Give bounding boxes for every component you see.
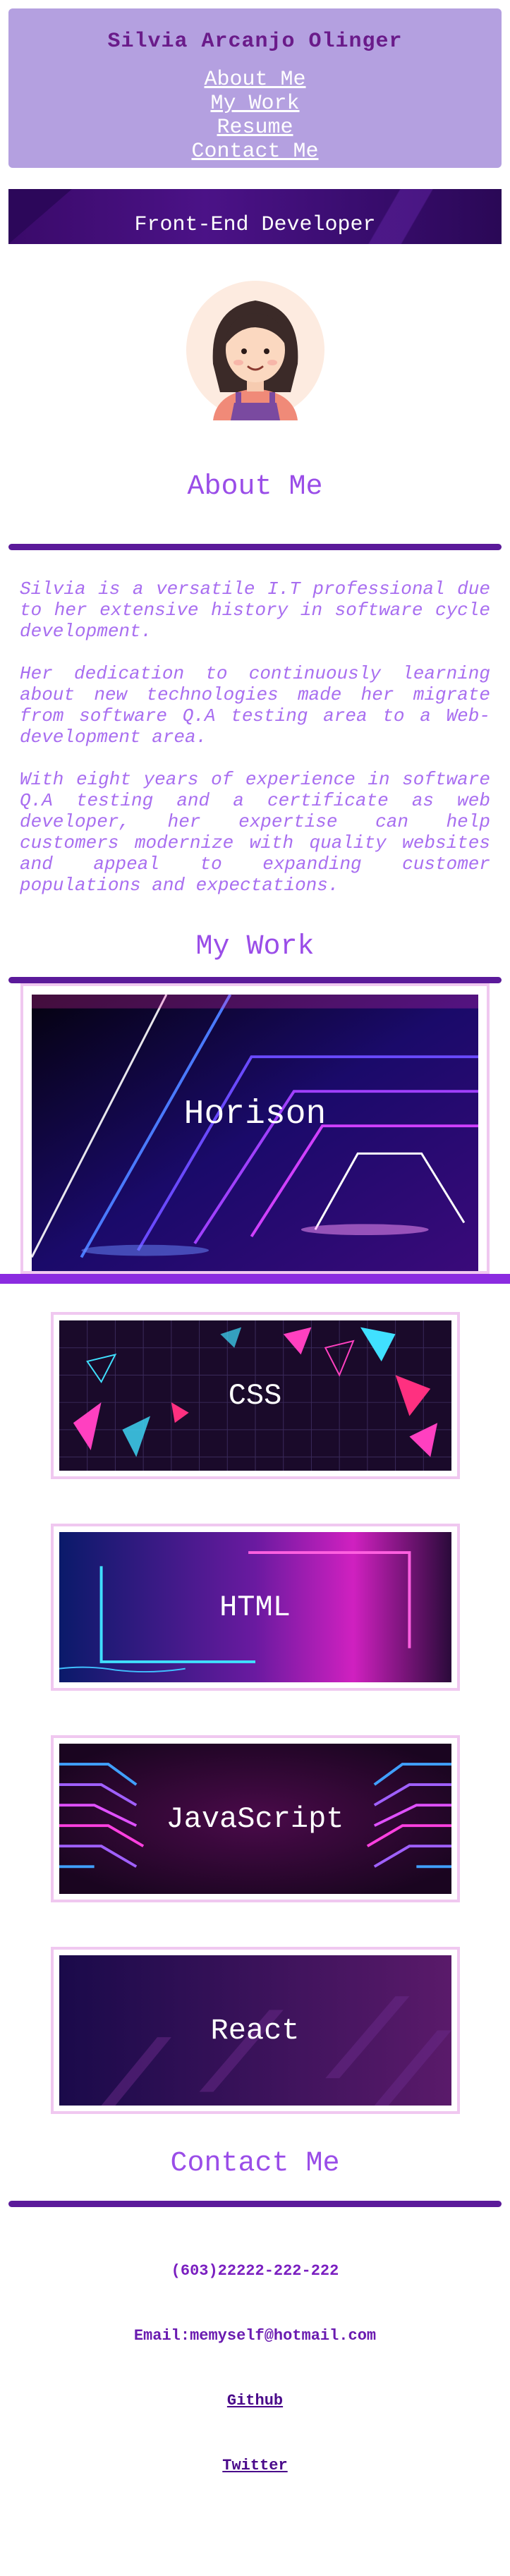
about-paragraph: Silvia is a versatile I.T professional d…: [20, 578, 490, 642]
contact-list: (603)22222-222-222 Email:memyself@hotmai…: [0, 2261, 510, 2526]
site-title: Silvia Arcanjo Olinger: [107, 30, 403, 54]
section-divider: [0, 1274, 510, 1284]
section-divider: [8, 2201, 502, 2207]
avatar: [186, 281, 324, 420]
project-label: HTML: [219, 1590, 291, 1624]
banner-title: Front-End Developer: [134, 213, 376, 237]
project-card-css[interactable]: CSS: [50, 1312, 460, 1479]
about-title: About Me: [187, 471, 323, 503]
nav-link-work[interactable]: My Work: [210, 92, 299, 116]
github-link[interactable]: Github: [227, 2390, 283, 2412]
nav-link-contact[interactable]: Contact Me: [191, 140, 318, 164]
about-paragraph: Her dedication to continuously learning …: [20, 663, 490, 748]
contact-title: Contact Me: [170, 2148, 340, 2180]
avatar-container: [0, 279, 510, 420]
nav-link-about[interactable]: About Me: [204, 68, 305, 92]
project-card-html[interactable]: HTML: [50, 1524, 460, 1691]
project-card-react[interactable]: React: [50, 1947, 460, 2114]
hero-banner: Front-End Developer: [8, 189, 502, 244]
project-label: Horison: [183, 1095, 327, 1134]
main-nav: About Me My Work Resume Contact Me: [8, 68, 502, 164]
contact-email: Email:memyself@hotmail.com: [133, 2327, 377, 2345]
contact-phone: (603)22222-222-222: [171, 2262, 339, 2280]
project-card-horison[interactable]: Horison: [20, 983, 490, 1274]
section-divider: [8, 544, 502, 550]
nav-link-resume[interactable]: Resume: [217, 116, 293, 140]
work-title: My Work: [195, 931, 315, 963]
site-header: Silvia Arcanjo Olinger About Me My Work …: [8, 8, 502, 168]
twitter-link[interactable]: Twitter: [222, 2455, 287, 2477]
project-card-javascript[interactable]: JavaScript: [50, 1735, 460, 1902]
project-label: React: [210, 2013, 300, 2048]
about-text: Silvia is a versatile I.T professional d…: [20, 578, 490, 896]
section-divider: [8, 977, 502, 983]
project-label: JavaScript: [166, 1802, 344, 1836]
about-paragraph: With eight years of experience in softwa…: [20, 769, 490, 896]
project-list: Horison CSS HTML JavaScript React: [0, 983, 510, 2114]
project-label: CSS: [228, 1378, 282, 1413]
